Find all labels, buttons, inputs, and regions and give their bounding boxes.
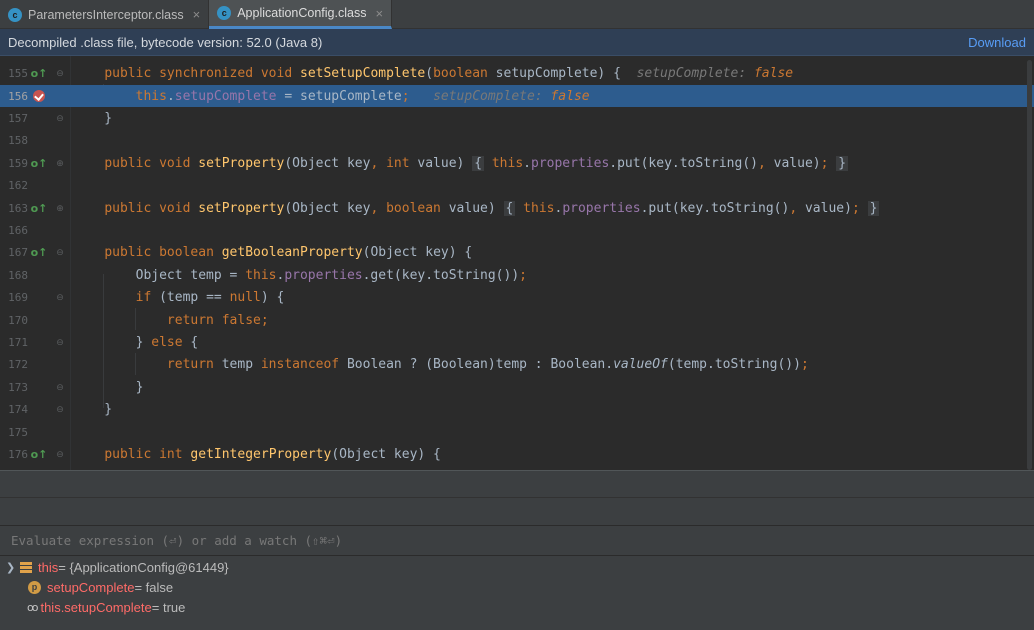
- line-number: 158: [8, 134, 28, 148]
- fold-icon[interactable]: ⊖: [50, 68, 70, 79]
- code-editor[interactable]: 155 o↑ ⊖ public synchronized void setSet…: [0, 56, 1034, 470]
- code-line[interactable]: 169 ⊖ if (temp == null) {: [0, 287, 1034, 309]
- decompiled-banner: Decompiled .class file, bytecode version…: [0, 29, 1034, 56]
- inline-value-hint: setupComplete: false: [636, 66, 794, 82]
- close-icon[interactable]: ×: [375, 6, 383, 21]
- fold-icon[interactable]: ⊕: [50, 203, 70, 214]
- code-line[interactable]: 163 o↑ ⊕ public void setProperty(Object …: [0, 197, 1034, 219]
- line-number: 156: [8, 89, 28, 103]
- line-number: 173: [8, 380, 28, 394]
- fold-icon[interactable]: ⊖: [50, 382, 70, 393]
- code-line[interactable]: 167 o↑ ⊖ public boolean getBooleanProper…: [0, 242, 1034, 264]
- download-link[interactable]: Download: [968, 35, 1026, 50]
- variable-row-watch[interactable]: oo this.setupComplete = true: [0, 597, 185, 617]
- tab-label: ApplicationConfig.class: [237, 6, 367, 20]
- tab-parameters-interceptor[interactable]: c ParametersInterceptor.class ×: [0, 0, 210, 29]
- code-line[interactable]: 166: [0, 219, 1034, 241]
- code-line[interactable]: 172 return temp instanceof Boolean ? (Bo…: [0, 354, 1034, 376]
- code-line[interactable]: 158: [0, 130, 1034, 152]
- override-icon[interactable]: o↑: [31, 67, 48, 80]
- banner-text: Decompiled .class file, bytecode version…: [8, 34, 323, 50]
- line-number: 162: [8, 179, 28, 193]
- editor-tab-bar: c ParametersInterceptor.class × c Applic…: [0, 0, 1034, 29]
- line-number: 155: [8, 67, 28, 81]
- chevron-right-icon[interactable]: ❯: [6, 561, 20, 574]
- close-icon[interactable]: ×: [193, 7, 201, 22]
- code-line[interactable]: 168 Object temp = this.properties.get(ke…: [0, 264, 1034, 286]
- line-number: 169: [8, 291, 28, 305]
- fold-icon[interactable]: ⊖: [50, 449, 70, 460]
- line-number: 175: [8, 425, 28, 439]
- code-line[interactable]: 155 o↑ ⊖ public synchronized void setSet…: [0, 63, 1034, 85]
- line-number: 163: [8, 201, 28, 215]
- line-number: 172: [8, 358, 28, 372]
- line-number: 166: [8, 223, 28, 237]
- line-number: 170: [8, 313, 28, 327]
- variables-tree: ❯ this = {ApplicationConfig@61449} p set…: [0, 556, 1034, 630]
- line-number: 174: [8, 403, 28, 417]
- line-number: 176: [8, 447, 28, 461]
- code-line[interactable]: 162: [0, 175, 1034, 197]
- code-line[interactable]: 171 ⊖ } else {: [0, 331, 1034, 353]
- fold-icon[interactable]: ⊖: [50, 113, 70, 124]
- tab-application-config[interactable]: c ApplicationConfig.class ×: [209, 0, 393, 29]
- breakpoint-icon[interactable]: [33, 90, 45, 103]
- object-icon: [20, 561, 32, 573]
- debug-toolbar: [0, 470, 1034, 498]
- debug-panel-header: [0, 498, 1034, 525]
- line-number: 159: [8, 156, 28, 170]
- code-line[interactable]: 176 o↑ ⊖ public int getIntegerProperty(O…: [0, 443, 1034, 465]
- override-icon[interactable]: o↑: [31, 246, 48, 259]
- line-number: 171: [8, 335, 28, 349]
- class-icon: c: [8, 7, 22, 22]
- code-line[interactable]: 173 ⊖ }: [0, 376, 1034, 398]
- variable-row-setupComplete[interactable]: p setupComplete = false: [0, 577, 173, 597]
- override-icon[interactable]: o↑: [31, 448, 48, 461]
- override-icon[interactable]: o↑: [31, 157, 48, 170]
- code-line[interactable]: 159 o↑ ⊕ public void setProperty(Object …: [0, 152, 1034, 174]
- code-line[interactable]: 174 ⊖ }: [0, 399, 1034, 421]
- evaluate-placeholder: Evaluate expression (⏎) or add a watch (…: [11, 533, 343, 548]
- fold-icon[interactable]: ⊖: [50, 404, 70, 415]
- evaluate-expression-input[interactable]: Evaluate expression (⏎) or add a watch (…: [0, 525, 1034, 556]
- fold-icon[interactable]: ⊖: [50, 292, 70, 303]
- line-number: 167: [8, 246, 28, 260]
- line-number: 157: [8, 111, 28, 125]
- code-line-current[interactable]: 156 this.setupComplete = setupComplete; …: [0, 84, 1034, 108]
- parameter-icon: p: [28, 580, 41, 594]
- tab-label: ParametersInterceptor.class: [28, 7, 184, 22]
- fold-icon[interactable]: ⊕: [50, 158, 70, 169]
- line-number: 168: [8, 268, 28, 282]
- override-icon[interactable]: o↑: [31, 202, 48, 215]
- variable-row-this[interactable]: ❯ this = {ApplicationConfig@61449}: [0, 557, 229, 577]
- inline-value-hint: setupComplete: false: [433, 88, 590, 104]
- class-icon: c: [217, 6, 232, 20]
- watch-icon: oo: [27, 600, 39, 614]
- code-line[interactable]: 175: [0, 421, 1034, 443]
- code-line[interactable]: 170 return false;: [0, 309, 1034, 331]
- fold-icon[interactable]: ⊖: [50, 247, 70, 258]
- editor-scrollbar[interactable]: [1027, 60, 1032, 470]
- fold-icon[interactable]: ⊖: [50, 337, 70, 348]
- code-line[interactable]: 157 ⊖ }: [0, 107, 1034, 129]
